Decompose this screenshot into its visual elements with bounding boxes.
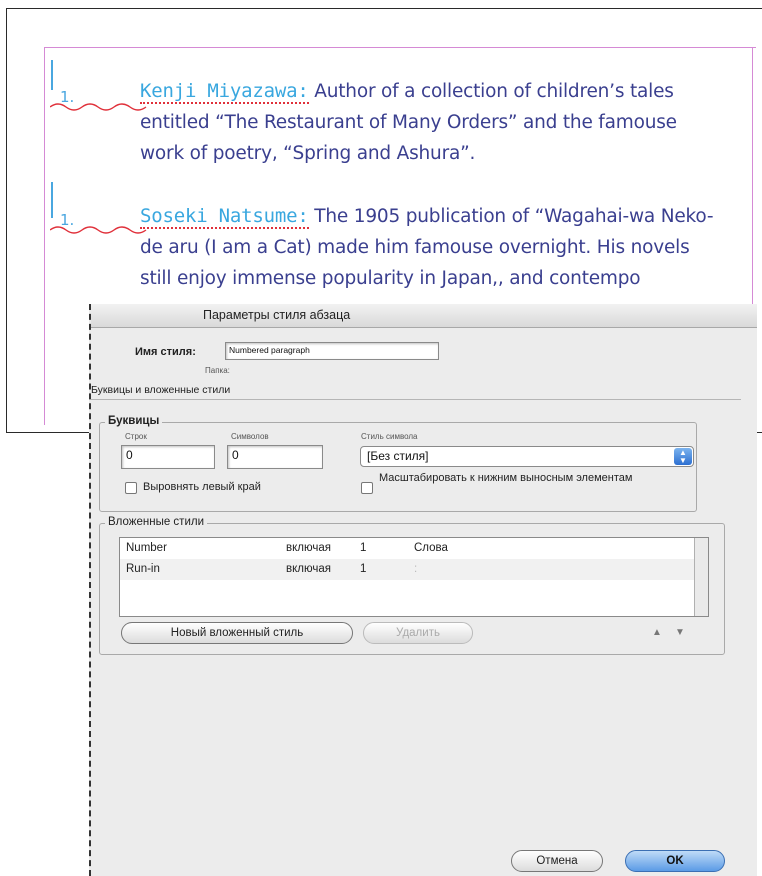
dropcaps-group-title: Буквицы <box>105 415 163 427</box>
run-in-name: Soseki Natsume: <box>140 205 309 229</box>
nested-style-row[interactable]: Number включая 1 Слова <box>120 538 708 559</box>
nested-style-name[interactable]: Number <box>126 542 167 554</box>
char-style-value: [Без стиля] <box>367 449 429 463</box>
scale-descenders-label: Масштабировать к нижним выносным элемент… <box>379 472 633 484</box>
nested-style-count[interactable]: 1 <box>360 563 366 575</box>
document-paragraph: Kenji Miyazawa: Author of a collection o… <box>140 76 720 169</box>
dialog-titlebar[interactable]: Параметры стиля абзаца <box>91 304 757 328</box>
nested-style-unit[interactable]: : <box>414 563 417 575</box>
char-style-label: Стиль символа <box>361 432 418 441</box>
nested-style-row-empty <box>120 580 708 601</box>
nested-style-mode[interactable]: включая <box>286 542 331 554</box>
style-name-label: Имя стиля: <box>135 346 196 358</box>
chevron-updown-icon: ▲ ▼ <box>674 448 692 465</box>
dropcap-lines-input[interactable]: 0 <box>121 445 215 469</box>
paragraph-style-options-dialog: Параметры стиля абзаца Имя стиля: Number… <box>89 304 757 876</box>
char-style-select[interactable]: [Без стиля] ▲ ▼ <box>360 446 694 467</box>
page-margin-guide <box>44 47 756 48</box>
ok-button[interactable]: OK <box>625 850 725 872</box>
move-up-arrow-icon[interactable]: ▲ <box>652 627 662 638</box>
nested-style-unit[interactable]: Слова <box>414 542 448 554</box>
section-divider <box>91 399 741 400</box>
document-paragraph: Soseki Natsume: The 1905 publication of … <box>140 201 720 293</box>
text-frame-marker <box>51 60 58 90</box>
run-in-name: Kenji Miyazawa: <box>140 80 309 104</box>
style-name-input[interactable]: Numbered paragraph <box>225 342 439 360</box>
list-scrollbar[interactable] <box>694 538 708 616</box>
move-down-arrow-icon[interactable]: ▼ <box>675 627 685 638</box>
nested-style-name[interactable]: Run-in <box>126 563 160 575</box>
nested-style-row[interactable]: Run-in включая 1 : <box>120 559 708 580</box>
dialog-title: Параметры стиля абзаца <box>203 308 351 322</box>
tab-squiggle <box>50 226 147 234</box>
align-left-label: Выровнять левый край <box>143 481 261 493</box>
text-frame-marker <box>51 182 58 218</box>
nested-style-mode[interactable]: включая <box>286 563 331 575</box>
align-left-checkbox[interactable] <box>125 482 137 494</box>
delete-nested-style-button[interactable]: Удалить <box>363 622 473 644</box>
dropcap-chars-label: Символов <box>231 432 269 441</box>
cancel-button[interactable]: Отмена <box>511 850 603 872</box>
section-title: Буквицы и вложенные стили <box>91 384 231 396</box>
scale-descenders-checkbox[interactable] <box>361 482 373 494</box>
nested-styles-group-title: Вложенные стили <box>105 516 207 528</box>
page-margin-guide <box>44 47 45 425</box>
tab-squiggle <box>50 103 147 111</box>
nested-styles-list[interactable]: Number включая 1 Слова Run-in включая 1 … <box>119 537 709 617</box>
dropcap-lines-label: Строк <box>125 432 147 441</box>
nested-style-count[interactable]: 1 <box>360 542 366 554</box>
dropcap-chars-input[interactable]: 0 <box>227 445 323 469</box>
folder-label: Папка: <box>205 366 230 375</box>
new-nested-style-button[interactable]: Новый вложенный стиль <box>121 622 353 644</box>
